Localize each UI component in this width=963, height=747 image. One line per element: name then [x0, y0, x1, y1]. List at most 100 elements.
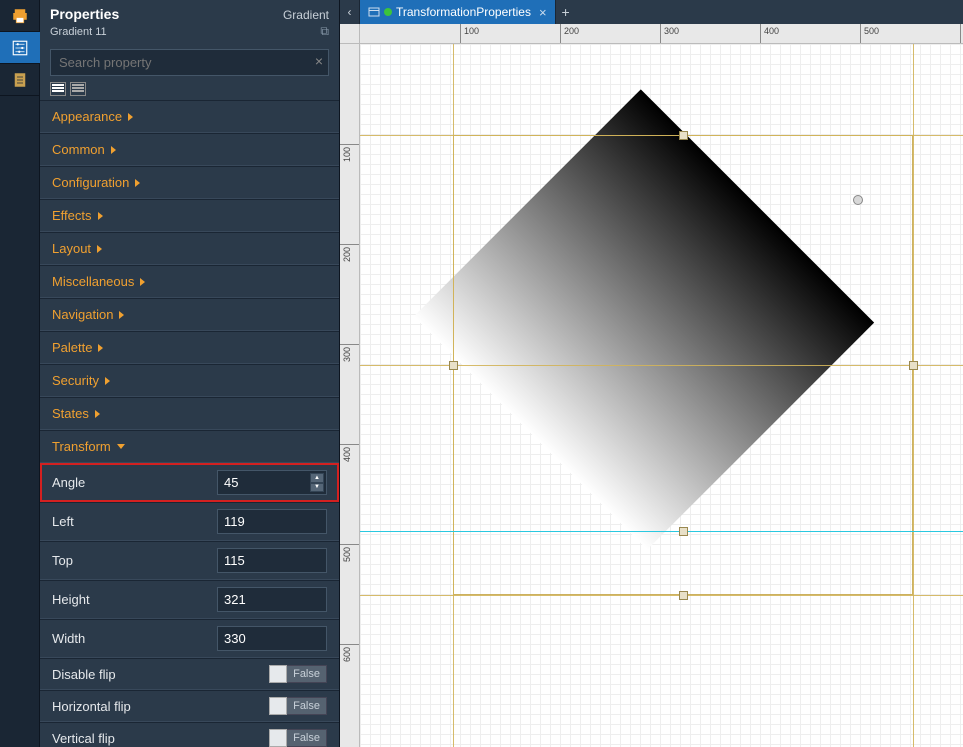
prop-label: Horizontal flip: [52, 699, 217, 714]
prop-horizontal-flip: Horizontal flip False: [40, 690, 339, 722]
clear-icon[interactable]: ×: [315, 53, 323, 69]
prop-label: Height: [52, 592, 217, 607]
chevron-right-icon: [111, 146, 116, 154]
guide-vertical[interactable]: [453, 44, 454, 747]
height-input[interactable]: 321: [217, 587, 327, 612]
rail-item-document[interactable]: [0, 64, 40, 96]
rail-item-properties[interactable]: [0, 32, 40, 64]
search-input[interactable]: [50, 49, 329, 76]
chevron-right-icon: [135, 179, 140, 187]
category-common[interactable]: Common: [40, 133, 339, 166]
prop-label: Angle: [52, 475, 217, 490]
width-input[interactable]: 330: [217, 626, 327, 651]
category-label: Common: [52, 142, 105, 157]
horizontal-flip-toggle[interactable]: False: [269, 697, 327, 715]
close-icon[interactable]: ×: [539, 5, 547, 20]
chevron-right-icon: [95, 410, 100, 418]
vertical-flip-toggle[interactable]: False: [269, 729, 327, 747]
category-miscellaneous[interactable]: Miscellaneous: [40, 265, 339, 298]
category-label: Layout: [52, 241, 91, 256]
prop-label: Vertical flip: [52, 731, 217, 746]
prop-disable-flip: Disable flip False: [40, 658, 339, 690]
prop-label: Top: [52, 553, 217, 568]
tab-add-button[interactable]: +: [556, 0, 576, 24]
category-navigation[interactable]: Navigation: [40, 298, 339, 331]
rotation-handle[interactable]: [853, 195, 863, 205]
guide-cyan[interactable]: [360, 531, 963, 532]
prop-vertical-flip: Vertical flip False: [40, 722, 339, 747]
chevron-right-icon: [98, 212, 103, 220]
guide-horizontal[interactable]: [360, 135, 963, 136]
copy-icon[interactable]: ⧉: [320, 24, 329, 39]
design-canvas[interactable]: [360, 44, 963, 747]
chevron-right-icon: [119, 311, 124, 319]
resize-handle[interactable]: [449, 361, 458, 370]
category-label: Navigation: [52, 307, 113, 322]
tab-item[interactable]: TransformationProperties ×: [360, 0, 556, 24]
category-palette[interactable]: Palette: [40, 331, 339, 364]
prop-left: Left119: [40, 502, 339, 541]
category-states[interactable]: States: [40, 397, 339, 430]
properties-panel: Properties Gradient Gradient 11 ⧉ × Appe…: [40, 0, 340, 747]
category-label: Transform: [52, 439, 111, 454]
top-input[interactable]: 115: [217, 548, 327, 573]
printer-icon: [11, 7, 29, 25]
resize-handle[interactable]: [679, 527, 688, 536]
prop-height: Height321: [40, 580, 339, 619]
prop-top: Top115: [40, 541, 339, 580]
category-transform[interactable]: Transform: [40, 430, 339, 463]
chevron-right-icon: [128, 113, 133, 121]
category-effects[interactable]: Effects: [40, 199, 339, 232]
chevron-right-icon: [97, 245, 102, 253]
panel-subtitle: Gradient 11: [50, 26, 107, 38]
tabs-bar: ‹ TransformationProperties × +: [340, 0, 963, 24]
disable-flip-toggle[interactable]: False: [269, 665, 327, 683]
guide-horizontal[interactable]: [360, 595, 963, 596]
chevron-right-icon: [98, 344, 103, 352]
view-grid-button[interactable]: [70, 82, 86, 96]
category-appearance[interactable]: Appearance: [40, 100, 339, 133]
category-label: Effects: [52, 208, 92, 223]
tab-label: TransformationProperties: [396, 5, 531, 19]
angle-input[interactable]: 45▲▼: [217, 470, 327, 495]
category-security[interactable]: Security: [40, 364, 339, 397]
rail-item-printer[interactable]: [0, 0, 40, 32]
tool-rail: [0, 0, 40, 747]
vertical-ruler[interactable]: 100200300400500600: [340, 44, 360, 747]
ruler-corner: [340, 24, 360, 44]
prop-label: Disable flip: [52, 667, 217, 682]
status-dot-icon: [384, 8, 392, 16]
guide-vertical[interactable]: [913, 44, 914, 747]
prop-width: Width330: [40, 619, 339, 658]
category-label: Miscellaneous: [52, 274, 134, 289]
panel-header: Properties Gradient Gradient 11 ⧉: [40, 0, 339, 43]
tab-prev-button[interactable]: ‹: [340, 0, 360, 24]
category-label: Security: [52, 373, 99, 388]
horizontal-ruler[interactable]: 100200300400500600: [360, 24, 963, 44]
category-label: Configuration: [52, 175, 129, 190]
document-icon: [11, 71, 29, 89]
categories-list: Appearance Common Configuration Effects Layo…: [40, 100, 339, 747]
prop-angle: Angle45▲▼: [40, 463, 339, 502]
resize-handle[interactable]: [679, 131, 688, 140]
sliders-icon: [11, 39, 29, 57]
prop-label: Width: [52, 631, 217, 646]
category-layout[interactable]: Layout: [40, 232, 339, 265]
view-list-button[interactable]: [50, 82, 66, 96]
chevron-right-icon: [105, 377, 110, 385]
left-input[interactable]: 119: [217, 509, 327, 534]
panel-type: Gradient: [283, 8, 329, 22]
resize-handle[interactable]: [679, 591, 688, 600]
category-configuration[interactable]: Configuration: [40, 166, 339, 199]
prop-label: Left: [52, 514, 217, 529]
window-icon: [368, 6, 380, 18]
spinner-icon[interactable]: ▲▼: [310, 473, 324, 492]
category-label: Appearance: [52, 109, 122, 124]
category-label: Palette: [52, 340, 92, 355]
panel-title: Properties: [50, 6, 119, 22]
category-label: States: [52, 406, 89, 421]
chevron-right-icon: [140, 278, 145, 286]
chevron-right-icon: [117, 444, 125, 449]
resize-handle[interactable]: [909, 361, 918, 370]
view-toggle: [40, 82, 339, 100]
